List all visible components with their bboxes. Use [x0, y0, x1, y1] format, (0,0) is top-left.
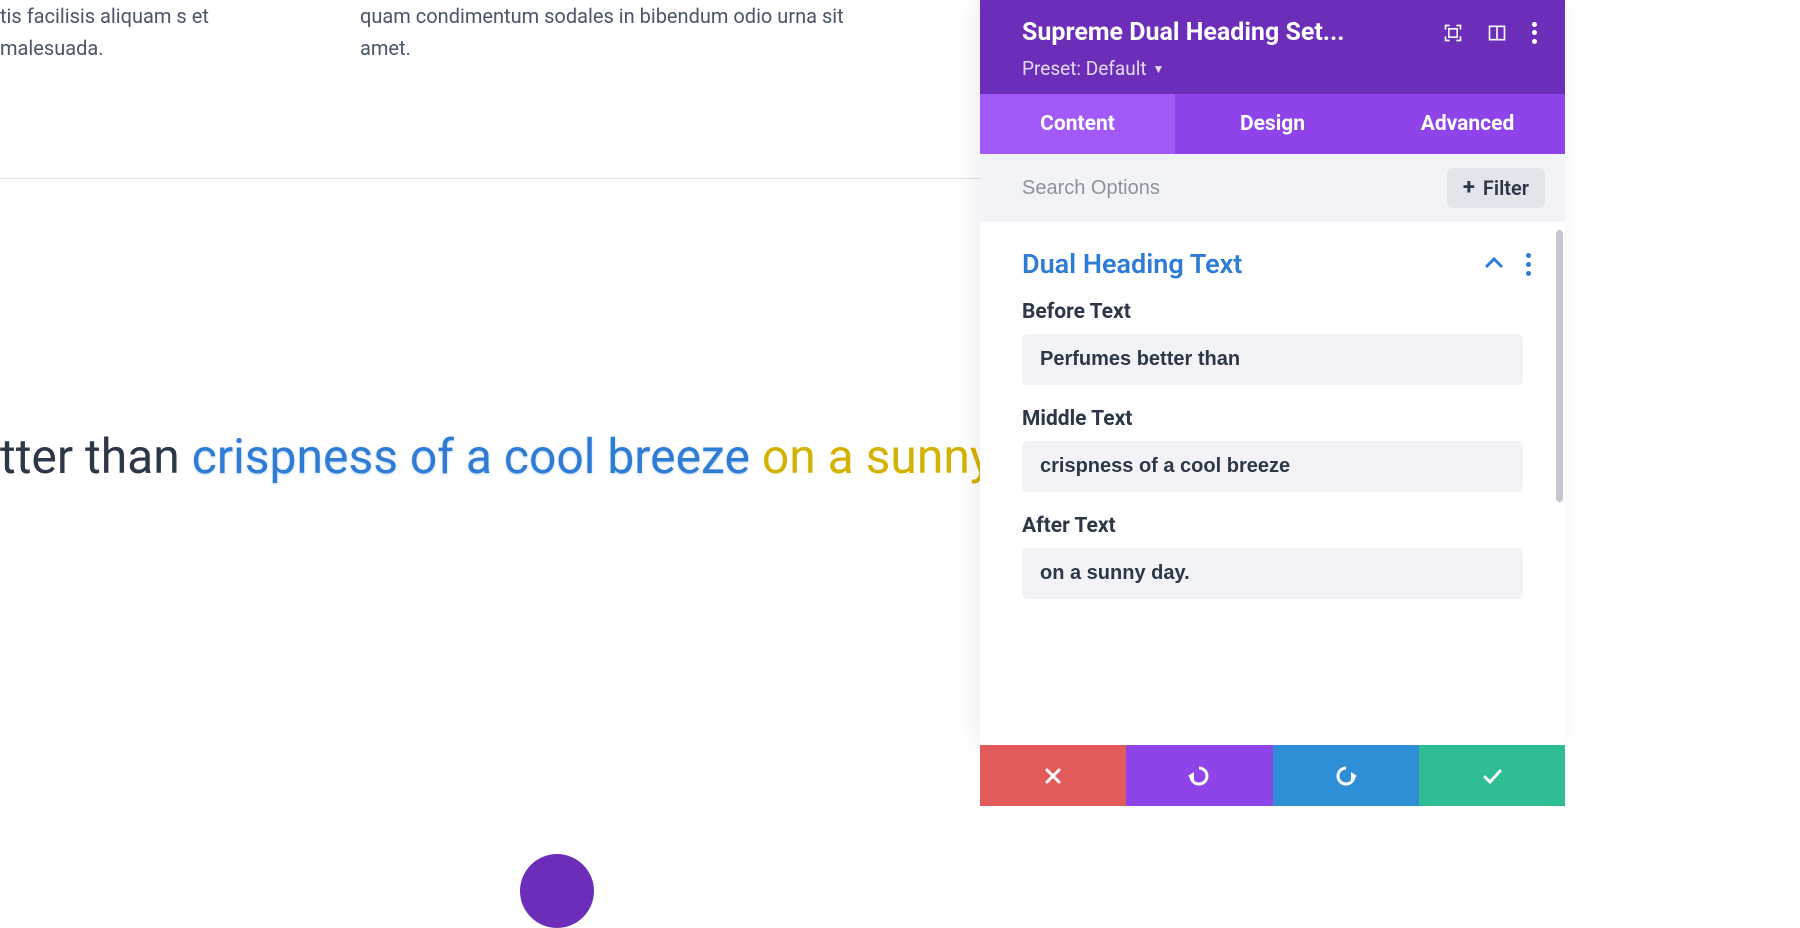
panel-header: Supreme Dual Heading Set... Preset: Defa… — [980, 0, 1565, 94]
redo-button[interactable] — [1273, 745, 1419, 806]
confirm-button[interactable] — [1419, 745, 1565, 806]
after-text-label: After Text — [1022, 514, 1523, 538]
columns-icon[interactable] — [1487, 23, 1507, 43]
close-button[interactable] — [980, 745, 1126, 806]
chevron-up-icon[interactable] — [1484, 255, 1504, 274]
middle-text-input[interactable] — [1022, 441, 1523, 492]
field-middle: Middle Text — [980, 407, 1565, 514]
panel-body: Dual Heading Text Before Text Middle Tex… — [980, 222, 1565, 745]
heading-before-text: tter than — [0, 428, 192, 485]
settings-panel: Supreme Dual Heading Set... Preset: Defa… — [980, 0, 1565, 745]
expand-icon[interactable] — [1443, 23, 1463, 43]
lorem-text-right: quam condimentum sodales in bibendum odi… — [360, 0, 880, 64]
dual-heading-preview: tter than crispness of a cool breeze on … — [0, 428, 1090, 485]
section-title: Dual Heading Text — [1022, 248, 1484, 280]
add-module-fab[interactable] — [520, 854, 594, 928]
field-after: After Text — [980, 514, 1565, 621]
preset-label: Preset: Default — [1022, 57, 1147, 80]
before-text-input[interactable] — [1022, 334, 1523, 385]
panel-tabs: Content Design Advanced — [980, 94, 1565, 154]
lorem-text-left: tis facilisis aliquam s et malesuada. — [0, 0, 220, 64]
panel-footer — [980, 745, 1565, 806]
more-menu-icon[interactable] — [1531, 22, 1537, 44]
filter-label: Filter — [1483, 176, 1529, 200]
chevron-down-icon: ▼ — [1153, 62, 1165, 76]
filter-button[interactable]: + Filter — [1447, 168, 1545, 208]
tab-advanced[interactable]: Advanced — [1370, 94, 1565, 154]
section-more-icon[interactable] — [1526, 253, 1531, 276]
before-text-label: Before Text — [1022, 300, 1523, 324]
search-options-input[interactable] — [1022, 177, 1447, 200]
panel-title: Supreme Dual Heading Set... — [1022, 18, 1425, 47]
tab-design[interactable]: Design — [1175, 94, 1370, 154]
scrollbar[interactable] — [1556, 230, 1563, 502]
section-divider — [0, 178, 980, 179]
search-row: + Filter — [980, 154, 1565, 222]
after-text-input[interactable] — [1022, 548, 1523, 599]
preset-dropdown[interactable]: Preset: Default ▼ — [1022, 57, 1537, 80]
tab-content[interactable]: Content — [980, 94, 1175, 154]
middle-text-label: Middle Text — [1022, 407, 1523, 431]
heading-middle-text: crispness of a cool breeze — [192, 428, 750, 485]
section-header[interactable]: Dual Heading Text — [980, 222, 1565, 300]
page-preview: tis facilisis aliquam s et malesuada. qu… — [0, 0, 980, 900]
undo-button[interactable] — [1126, 745, 1272, 806]
field-before: Before Text — [980, 300, 1565, 407]
plus-icon: + — [1463, 177, 1475, 199]
